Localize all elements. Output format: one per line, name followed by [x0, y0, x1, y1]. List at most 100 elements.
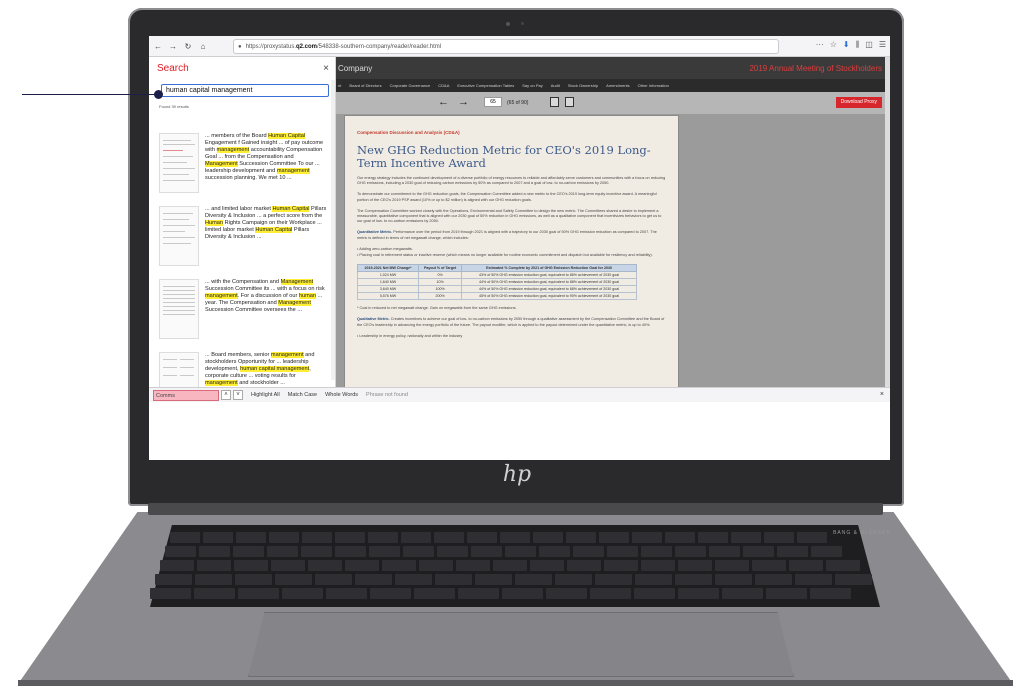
match-case-toggle[interactable]: Match Case: [288, 392, 317, 398]
keyboard-key[interactable]: [302, 532, 332, 543]
keyboard-key[interactable]: [456, 560, 490, 571]
keyboard-key[interactable]: [434, 532, 464, 543]
keyboard-key[interactable]: [795, 574, 832, 585]
keyboard-key[interactable]: [789, 560, 823, 571]
keyboard-key[interactable]: [678, 560, 712, 571]
keyboard-key[interactable]: [567, 560, 601, 571]
nav-item[interactable]: nt: [338, 83, 341, 88]
keyboard-key[interactable]: [395, 574, 432, 585]
keyboard-key[interactable]: [150, 588, 191, 599]
bookmark-star-icon[interactable]: ☆: [830, 40, 837, 50]
keyboard-key[interactable]: [665, 532, 695, 543]
keyboard-key[interactable]: [505, 546, 536, 557]
search-result[interactable]: ... members of the Board Human Capital E…: [159, 133, 329, 195]
keyboard-key[interactable]: [414, 588, 455, 599]
keyboard-key[interactable]: [766, 588, 807, 599]
menu-icon[interactable]: ☰: [879, 40, 886, 50]
keyboard-key[interactable]: [315, 574, 352, 585]
highlight-all-toggle[interactable]: Highlight All: [251, 392, 280, 398]
nav-item[interactable]: Audit: [551, 83, 560, 88]
download-icon[interactable]: ⬇: [843, 40, 850, 50]
keyboard-key[interactable]: [797, 532, 827, 543]
next-page-icon[interactable]: →: [458, 96, 469, 108]
keyboard-key[interactable]: [197, 560, 231, 571]
keyboard-key[interactable]: [743, 546, 774, 557]
double-page-icon[interactable]: [565, 97, 574, 107]
keyboard-key[interactable]: [826, 560, 860, 571]
keyboard-key[interactable]: [634, 588, 675, 599]
keyboard-key[interactable]: [195, 574, 232, 585]
keyboard-key[interactable]: [755, 574, 792, 585]
nav-item[interactable]: Stock Ownership: [568, 83, 598, 88]
keyboard-key[interactable]: [607, 546, 638, 557]
keyboard-key[interactable]: [604, 560, 638, 571]
keyboard-key[interactable]: [810, 588, 851, 599]
keyboard-key[interactable]: [203, 532, 233, 543]
keyboard-key[interactable]: [403, 546, 434, 557]
keyboard-key[interactable]: [678, 588, 719, 599]
keyboard-key[interactable]: [709, 546, 740, 557]
keyboard-key[interactable]: [595, 574, 632, 585]
find-input[interactable]: Comms: [153, 389, 219, 401]
download-proxy-button[interactable]: Download Proxy: [835, 97, 882, 108]
nav-item[interactable]: CD&A: [438, 83, 449, 88]
keyboard-key[interactable]: [345, 560, 379, 571]
keyboard-key[interactable]: [435, 574, 472, 585]
keyboard-key[interactable]: [533, 532, 563, 543]
keyboard-key[interactable]: [530, 560, 564, 571]
keyboard-key[interactable]: [590, 588, 631, 599]
keyboard-key[interactable]: [355, 574, 392, 585]
keyboard-key[interactable]: [238, 588, 279, 599]
sidebar-icon[interactable]: ◫: [865, 40, 873, 50]
keyboard-key[interactable]: [267, 546, 298, 557]
keyboard-key[interactable]: [641, 546, 672, 557]
back-arrow-icon[interactable]: ←: [152, 40, 164, 52]
keyboard-key[interactable]: [515, 574, 552, 585]
keyboard-key[interactable]: [368, 532, 398, 543]
keyboard-key[interactable]: [165, 546, 196, 557]
nav-item[interactable]: Amendments: [606, 83, 630, 88]
keyboard-key[interactable]: [335, 532, 365, 543]
nav-item[interactable]: Corporate Governance: [390, 83, 431, 88]
keyboard-key[interactable]: [641, 560, 675, 571]
keyboard-key[interactable]: [493, 560, 527, 571]
keyboard-key[interactable]: [715, 560, 749, 571]
home-icon[interactable]: ⌂: [197, 40, 209, 52]
search-result[interactable]: ... with the Compensation and Management…: [159, 279, 329, 341]
page-number-input[interactable]: 65: [484, 97, 502, 107]
keyboard-key[interactable]: [271, 560, 305, 571]
keyboard-key[interactable]: [502, 588, 543, 599]
close-find-icon[interactable]: ×: [880, 391, 884, 398]
keyboard-key[interactable]: [715, 574, 752, 585]
nav-item[interactable]: Say on Pay: [522, 83, 542, 88]
keyboard-key[interactable]: [236, 532, 266, 543]
page-actions-icon[interactable]: ···: [816, 40, 824, 50]
keyboard-key[interactable]: [835, 574, 872, 585]
nav-item[interactable]: Other Information: [638, 83, 669, 88]
forward-arrow-icon[interactable]: →: [167, 40, 179, 52]
search-input[interactable]: human capital management: [161, 84, 329, 97]
keyboard-key[interactable]: [233, 546, 264, 557]
keyboard-key[interactable]: [326, 588, 367, 599]
keyboard-key[interactable]: [401, 532, 431, 543]
url-bar[interactable]: ● https://proxystatus. q2.com/548338-sout…: [233, 39, 779, 54]
keyboard-key[interactable]: [599, 532, 629, 543]
keyboard-key[interactable]: [419, 560, 453, 571]
keyboard-key[interactable]: [555, 574, 592, 585]
close-icon[interactable]: ×: [323, 63, 329, 74]
keyboard-key[interactable]: [269, 532, 299, 543]
keyboard-key[interactable]: [777, 546, 808, 557]
sidebar-scrollbar[interactable]: [331, 80, 335, 380]
prev-page-icon[interactable]: ←: [438, 96, 449, 108]
keyboard-key[interactable]: [308, 560, 342, 571]
touchpad[interactable]: [248, 612, 794, 677]
whole-words-toggle[interactable]: Whole Words: [325, 392, 358, 398]
keyboard-key[interactable]: [199, 546, 230, 557]
keyboard-key[interactable]: [437, 546, 468, 557]
keyboard-key[interactable]: [369, 546, 400, 557]
keyboard-key[interactable]: [632, 532, 662, 543]
keyboard-key[interactable]: [235, 574, 272, 585]
reload-icon[interactable]: ↻: [182, 40, 194, 52]
keyboard-key[interactable]: [458, 588, 499, 599]
keyboard-key[interactable]: [698, 532, 728, 543]
